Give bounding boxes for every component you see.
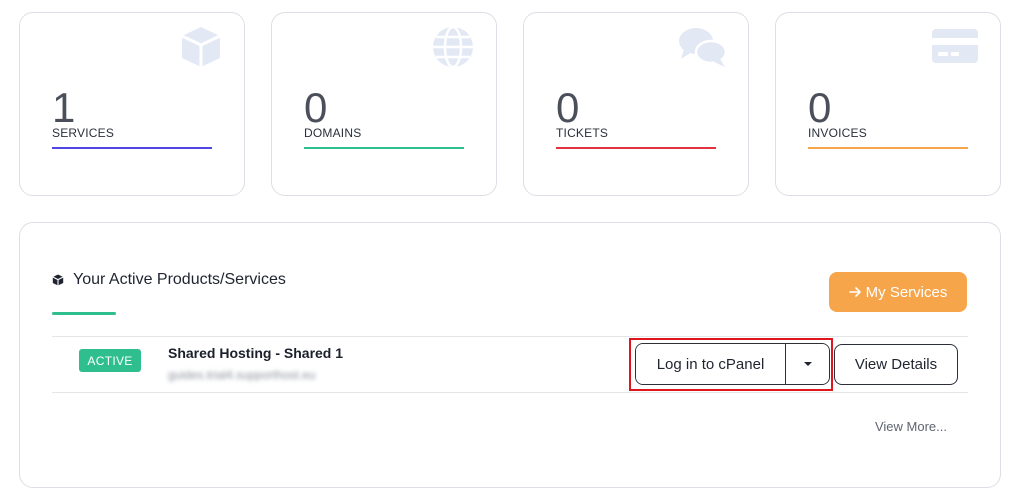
panel-title-text: Your Active Products/Services — [73, 271, 286, 288]
tickets-count: 0 — [556, 84, 580, 131]
domains-label: DOMAINS — [304, 126, 362, 140]
credit-card-icon — [932, 29, 978, 63]
invoices-label: INVOICES — [808, 126, 867, 140]
stat-card-invoices[interactable]: 0 INVOICES — [775, 12, 1001, 196]
cube-icon — [52, 274, 64, 286]
services-accent-bar — [52, 147, 212, 149]
login-cpanel-button[interactable]: Log in to cPanel — [636, 344, 785, 384]
services-count: 1 — [52, 84, 76, 131]
arrow-right-icon — [848, 287, 861, 297]
row-divider-bottom — [52, 392, 968, 393]
panel-title: Your Active Products/Services — [52, 271, 286, 289]
caret-down-icon — [803, 362, 812, 366]
my-services-label: My Services — [865, 283, 948, 301]
globe-icon — [433, 25, 473, 69]
invoices-count: 0 — [808, 84, 832, 131]
cube-icon — [181, 27, 221, 67]
view-details-button[interactable]: View Details — [834, 344, 958, 385]
stat-card-domains[interactable]: 0 DOMAINS — [271, 12, 497, 196]
my-services-button[interactable]: My Services — [829, 272, 967, 312]
product-name[interactable]: Shared Hosting - Shared 1 — [168, 345, 343, 361]
invoices-accent-bar — [808, 147, 968, 149]
domains-accent-bar — [304, 147, 464, 149]
status-badge: ACTIVE — [79, 349, 141, 372]
row-divider-top — [52, 336, 968, 337]
view-more-link[interactable]: View More... — [875, 419, 947, 434]
stat-card-services[interactable]: 1 SERVICES — [19, 12, 245, 196]
cpanel-dropdown-toggle[interactable] — [785, 344, 829, 384]
active-products-panel: Your Active Products/Services My Service… — [19, 222, 1001, 488]
tickets-accent-bar — [556, 147, 716, 149]
stat-card-tickets[interactable]: 0 TICKETS — [523, 12, 749, 196]
tickets-label: TICKETS — [556, 126, 609, 140]
chat-bubbles-icon — [679, 28, 728, 67]
cpanel-split-button: Log in to cPanel — [635, 343, 830, 385]
services-label: SERVICES — [52, 126, 115, 140]
product-domain: guides.trial4.supporthost.eu — [168, 368, 316, 382]
domains-count: 0 — [304, 84, 328, 131]
title-underline — [52, 312, 116, 315]
